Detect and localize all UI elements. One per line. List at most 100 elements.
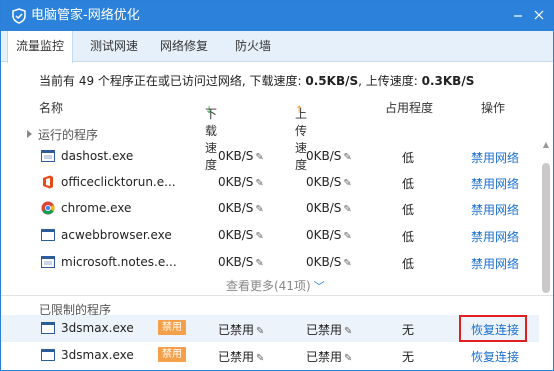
minimize-button[interactable] <box>508 5 528 25</box>
process-name: microsoft.notes.e... <box>61 255 177 269</box>
traffic-summary: 当前有 49 个程序正在或已访问过网络, 下载速度: 0.5KB/S, 上传速度… <box>39 72 474 89</box>
pencil-icon: ✎ <box>255 258 264 269</box>
table-row: microsoft.notes.e... 0KB/S ✎ 0KB/S ✎ 低 禁用网… <box>1 249 541 276</box>
upload-value: 0KB/S <box>306 228 342 242</box>
download-speed[interactable]: 0KB/S ✎ <box>218 201 264 215</box>
upload-speed[interactable]: 0KB/S ✎ <box>306 175 352 189</box>
title-bar: 电脑管家-网络优化 <box>1 1 553 31</box>
pencil-icon: ✎ <box>344 353 353 364</box>
process-name: acwebbrowser.exe <box>61 228 172 242</box>
pencil-icon: ✎ <box>256 326 265 337</box>
scroll-up-icon[interactable]: ▲ <box>541 140 551 150</box>
running-section-toggle[interactable]: 运行的程序 <box>27 126 98 143</box>
upload-speed[interactable]: 已禁用 ✎ <box>306 321 352 338</box>
disabled-badge: 禁用 <box>158 347 186 362</box>
app-window: 电脑管家-网络优化 流量监控 测试网速 网络修复 防火墙 当前有 49 个程序正… <box>0 0 554 371</box>
table-row: acwebbrowser.exe 0KB/S ✎ 0KB/S ✎ 低 禁用网络 <box>1 222 541 249</box>
section-divider <box>1 295 553 296</box>
column-occupancy: 占用程度 <box>385 101 434 115</box>
upload-speed[interactable]: 已禁用 ✎ <box>306 348 352 365</box>
disable-network-link[interactable]: 禁用网络 <box>471 175 519 192</box>
download-value: 已禁用 <box>218 350 255 364</box>
upload-speed[interactable]: 0KB/S ✎ <box>306 228 352 242</box>
occupancy-value: 低 <box>402 230 415 244</box>
process-name: officeclicktorun.e... <box>61 175 176 189</box>
upload-value: 已禁用 <box>306 323 343 337</box>
upload-value: 0KB/S <box>306 149 342 163</box>
disable-network-link[interactable]: 禁用网络 <box>471 149 519 166</box>
upload-value: 0KB/S <box>306 201 342 215</box>
close-button[interactable] <box>529 5 549 25</box>
download-value: 0KB/S <box>218 175 254 189</box>
tab-firewall[interactable]: 防火墙 <box>225 31 281 62</box>
pencil-icon: ✎ <box>255 178 264 189</box>
occupancy-value: 低 <box>402 151 415 165</box>
download-speed[interactable]: 已禁用 ✎ <box>218 348 264 365</box>
pencil-icon: ✎ <box>343 231 352 242</box>
pencil-icon: ✎ <box>255 231 264 242</box>
summary-mid: , 上传速度: <box>358 74 422 88</box>
scrollbar-thumb[interactable] <box>542 163 550 293</box>
highlight-box <box>459 315 527 342</box>
column-name: 名称 <box>39 101 64 115</box>
tab-traffic-monitor[interactable]: 流量监控 <box>7 31 73 63</box>
disabled-badge: 禁用 <box>158 320 186 335</box>
disable-network-link[interactable]: 禁用网络 <box>471 255 519 272</box>
window-icon <box>41 229 55 241</box>
summary-prefix: 当前有 49 个程序正在或已访问过网络, 下载速度: <box>39 74 306 88</box>
pencil-icon: ✎ <box>343 258 352 269</box>
pencil-icon: ✎ <box>255 152 264 163</box>
window-icon <box>41 150 55 162</box>
occupancy-value: 低 <box>402 203 415 217</box>
process-name: chrome.exe <box>61 201 132 215</box>
summary-upload-speed: 0.3KB/S <box>421 74 475 88</box>
upload-speed[interactable]: 0KB/S ✎ <box>306 149 352 163</box>
tab-bar: 流量监控 测试网速 网络修复 防火墙 <box>1 31 553 63</box>
download-speed[interactable]: 已禁用 ✎ <box>218 321 264 338</box>
column-action: 操作 <box>481 101 506 115</box>
table-row: 3dsmax.exe 禁用 已禁用 ✎ 已禁用 ✎ 无 恢复连接 <box>1 342 541 369</box>
pencil-icon: ✎ <box>343 152 352 163</box>
upload-speed[interactable]: 0KB/S ✎ <box>306 201 352 215</box>
download-value: 已禁用 <box>218 323 255 337</box>
download-speed[interactable]: 0KB/S ✎ <box>218 149 264 163</box>
upload-value: 已禁用 <box>306 350 343 364</box>
process-name: dashost.exe <box>61 149 134 163</box>
show-more-label: 查看更多(41项) <box>226 279 311 293</box>
minimize-icon <box>514 15 522 17</box>
close-icon <box>534 10 544 20</box>
download-speed[interactable]: 0KB/S ✎ <box>218 228 264 242</box>
download-speed[interactable]: 0KB/S ✎ <box>218 175 264 189</box>
office-icon <box>43 175 53 189</box>
table-row: chrome.exe 0KB/S ✎ 0KB/S ✎ 低 禁用网络 <box>1 195 541 222</box>
expand-triangle-icon <box>27 130 32 138</box>
pencil-icon: ✎ <box>343 178 352 189</box>
occupancy-value: 无 <box>402 323 415 337</box>
upload-value: 0KB/S <box>306 175 342 189</box>
window-title: 电脑管家-网络优化 <box>31 8 140 23</box>
running-section-label: 运行的程序 <box>38 128 99 142</box>
occupancy-value: 低 <box>402 177 415 191</box>
download-value: 0KB/S <box>218 255 254 269</box>
disable-network-link[interactable]: 禁用网络 <box>471 228 519 245</box>
pencil-icon: ✎ <box>256 353 265 364</box>
pencil-icon: ✎ <box>344 326 353 337</box>
upload-speed[interactable]: 0KB/S ✎ <box>306 255 352 269</box>
occupancy-value: 无 <box>402 350 415 364</box>
tab-speed-test[interactable]: 测试网速 <box>81 31 147 62</box>
show-more-link[interactable]: 查看更多(41项) ﹀ <box>226 277 325 294</box>
restore-connection-link[interactable]: 恢复连接 <box>471 348 519 365</box>
window-icon <box>41 322 55 334</box>
process-name: 3dsmax.exe <box>61 348 134 362</box>
table-row: dashost.exe 0KB/S ✎ 0KB/S ✎ 低 禁用网络 <box>1 143 541 170</box>
window-icon <box>41 256 55 268</box>
download-speed[interactable]: 0KB/S ✎ <box>218 255 264 269</box>
pencil-icon: ✎ <box>255 204 264 215</box>
download-value: 0KB/S <box>218 149 254 163</box>
shield-icon <box>12 8 26 24</box>
tab-network-repair[interactable]: 网络修复 <box>151 31 217 62</box>
table-row: officeclicktorun.e... 0KB/S ✎ 0KB/S ✎ 低 禁用… <box>1 169 541 196</box>
disable-network-link[interactable]: 禁用网络 <box>471 201 519 218</box>
column-header: 名称 ↓ 下载速度 ↑ 上传速度 占用程度 操作 <box>1 93 553 172</box>
chevron-down-icon: ﹀ <box>313 280 325 293</box>
